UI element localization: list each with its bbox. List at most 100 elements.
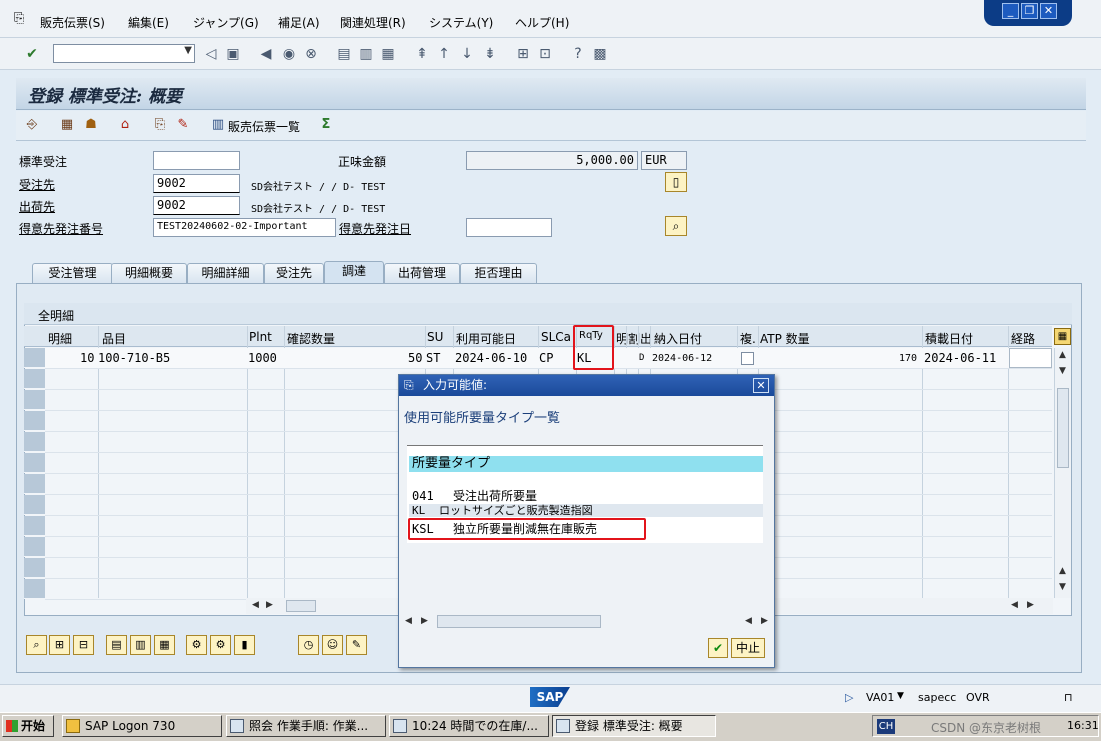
ship-to-field[interactable]: 9002 (153, 196, 240, 215)
col-plant[interactable]: Plnt (249, 330, 272, 344)
menu-environment[interactable]: 関連処理(R) (340, 14, 406, 31)
cell-delivery-date[interactable]: 2024-06-12 (652, 353, 712, 364)
menu-system[interactable]: システム(Y) (429, 14, 493, 31)
edit-icon[interactable]: ✎ (346, 635, 367, 655)
table-settings-icon[interactable]: ▦ (1054, 328, 1071, 345)
shortcut-icon[interactable]: ⊡ (537, 46, 553, 62)
back-arrow-icon[interactable]: ◁ (203, 46, 219, 62)
tab-ordering-party[interactable]: 受注先 (264, 263, 324, 283)
cell-atp-qty[interactable]: 170 (899, 353, 917, 364)
close-icon[interactable]: ✕ (1040, 3, 1057, 19)
help-icon[interactable]: ? (570, 46, 586, 62)
partner-icon[interactable]: ☗ (83, 117, 99, 133)
status-arrow-icon[interactable]: ▷ (845, 691, 853, 704)
cell-avail-date[interactable]: 2024-06-10 (455, 351, 527, 365)
last-page-icon[interactable]: ⇟ (482, 46, 498, 62)
close-icon[interactable]: ✕ (753, 378, 769, 393)
row-selector[interactable] (24, 474, 45, 494)
cell-qty[interactable]: 50 (408, 351, 422, 365)
home-icon[interactable]: ⌂ (117, 117, 133, 133)
save-icon[interactable]: ▣ (225, 46, 241, 62)
col-slca[interactable]: SLCa (541, 330, 571, 344)
menu-goto[interactable]: ジャンプ(G) (193, 14, 259, 31)
copy-icon[interactable]: ⎘ (152, 117, 168, 133)
start-button[interactable]: 开始 (2, 715, 54, 737)
col-delivery-date[interactable]: 納入日付 (654, 330, 702, 347)
task-stock[interactable]: 10:24 時間での在庫/... (389, 715, 549, 737)
row-selector[interactable] (24, 390, 45, 410)
row-selector[interactable] (24, 432, 45, 452)
find-icon[interactable]: ▥ (358, 46, 374, 62)
back-icon[interactable]: ◀ (258, 46, 274, 62)
row-selector[interactable] (24, 411, 45, 431)
scroll-right-icon[interactable]: ▶ (266, 600, 273, 610)
menu-icon[interactable]: ⎘ (14, 11, 24, 26)
row-selector[interactable] (24, 516, 45, 536)
scroll-down-icon[interactable]: ▲ (1059, 566, 1066, 576)
tab-order-management[interactable]: 受注管理 (32, 263, 113, 283)
scroll-down-icon[interactable]: ▼ (1059, 582, 1066, 592)
col-item[interactable]: 明細 (48, 330, 72, 347)
row-selector[interactable] (24, 453, 45, 473)
table-vertical-scrollbar[interactable]: ▲ ▼ ▲ ▼ (1054, 348, 1071, 598)
scroll-thumb[interactable] (286, 600, 316, 612)
chevron-down-icon[interactable]: ▼ (897, 691, 904, 701)
tab-procurement[interactable]: 調達 (324, 261, 384, 283)
scroll-up-icon[interactable]: ▼ (1059, 366, 1066, 376)
orders-icon[interactable]: ▦ (59, 117, 75, 133)
doc-list-button[interactable]: 販売伝票一覧 (228, 118, 300, 135)
restore-icon[interactable]: ❐ (1021, 3, 1038, 19)
tab-item-overview[interactable]: 明細概要 (111, 263, 187, 283)
next-page-icon[interactable]: ↓ (459, 46, 475, 62)
col-avail-date[interactable]: 利用可能日 (456, 330, 516, 347)
po-date-field[interactable] (466, 218, 552, 237)
tab-reason-rejection[interactable]: 拒否理由 (460, 263, 537, 283)
cell-route-input[interactable] (1009, 348, 1052, 368)
settings-icon[interactable]: ⚙ (210, 635, 231, 655)
search-icon[interactable]: ⌕ (665, 216, 687, 236)
enter-icon[interactable]: ✔ (24, 46, 40, 62)
row-selector[interactable] (24, 495, 45, 515)
scroll-left-icon[interactable]: ◀ (1011, 600, 1018, 610)
menu-extras[interactable]: 補足(A) (278, 14, 320, 31)
cell-d[interactable]: D (639, 353, 644, 363)
doc-list-icon[interactable]: ▥ (210, 117, 226, 133)
cancel-icon[interactable]: ⊗ (303, 46, 319, 62)
user-icon[interactable]: ☺ (322, 635, 343, 655)
col-atp-qty[interactable]: ATP 数量 (760, 330, 810, 347)
deselect-icon[interactable]: ▦ (154, 635, 175, 655)
col-load-date[interactable]: 積載日付 (925, 330, 973, 347)
status-mode[interactable]: OVR (966, 691, 990, 704)
cell-load-date[interactable]: 2024-06-11 (924, 351, 996, 365)
row-selector[interactable] (24, 369, 45, 389)
config-icon[interactable]: ⚙ (186, 635, 207, 655)
ok-button[interactable]: ✔ (708, 638, 728, 658)
tab-shipping[interactable]: 出荷管理 (384, 263, 460, 283)
col-material[interactable]: 品目 (102, 330, 126, 347)
list-item[interactable]: KL ロットサイズごと販売製造指図 (409, 504, 763, 517)
row-selector[interactable] (24, 537, 45, 557)
cell-item[interactable]: 10 (80, 351, 94, 365)
po-number-field[interactable]: TEST20240602-02-Important (153, 218, 336, 237)
details-icon[interactable]: ⌕ (26, 635, 47, 655)
scroll-left-icon[interactable]: ◀ (745, 616, 752, 626)
table-horizontal-scrollbar[interactable]: ◀ ▶ (246, 598, 399, 614)
chevron-down-icon[interactable]: ▼ (184, 45, 192, 56)
delete-row-icon[interactable]: ⊟ (73, 635, 94, 655)
delete-icon[interactable]: ✎ (175, 117, 191, 133)
table-horizontal-scrollbar-right[interactable]: ◀ ▶ (775, 598, 1053, 614)
select-all-icon[interactable]: ▤ (106, 635, 127, 655)
dialog-title-bar[interactable]: ⎘ 入力可能値: ✕ (399, 375, 774, 396)
order-type-field[interactable] (153, 151, 240, 170)
row-selector[interactable] (24, 579, 45, 599)
insert-row-icon[interactable]: ⊞ (49, 635, 70, 655)
first-page-icon[interactable]: ⇞ (414, 46, 430, 62)
scroll-left-icon[interactable]: ◀ (405, 616, 412, 626)
row-selector[interactable] (24, 558, 45, 578)
clock-icon[interactable]: ◷ (298, 635, 319, 655)
task-sales-order[interactable]: 登録 標準受注: 概要 (552, 715, 716, 737)
scroll-right-icon[interactable]: ▶ (421, 616, 428, 626)
cell-slca[interactable]: CP (539, 351, 553, 365)
language-indicator[interactable]: CH (877, 719, 895, 734)
col-copy[interactable]: 複. (740, 330, 756, 347)
